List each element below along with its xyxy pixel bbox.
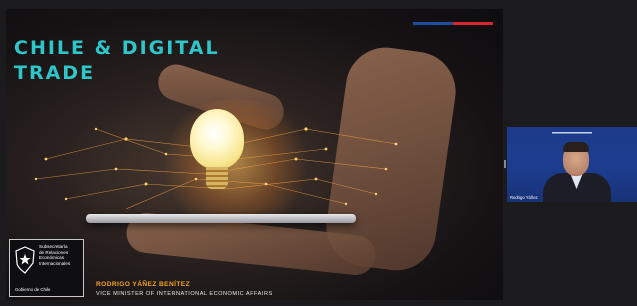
- tablet-image: [86, 214, 356, 223]
- video-background-banner: [507, 132, 637, 136]
- slide-title-line-1: CHILE & DIGITAL: [14, 37, 220, 59]
- slide-title-line-2: TRADE: [14, 62, 96, 84]
- government-logo: Subsecretaría de Relaciones Económicas I…: [9, 239, 84, 297]
- speaker-name: RODRIGO YÁÑEZ BENÍTEZ: [96, 281, 191, 288]
- participant-video-tile[interactable]: Rodrigo Yáñez: [507, 127, 637, 202]
- participant-hair: [563, 142, 589, 152]
- meeting-window: CHILE & DIGITAL TRADE Subsecretaría de R…: [0, 0, 637, 306]
- video-banner-graphic: [552, 132, 592, 134]
- shared-slide: CHILE & DIGITAL TRADE Subsecretaría de R…: [6, 9, 503, 300]
- logo-org-line-4: Internacionales: [39, 260, 71, 266]
- logo-org-text: Subsecretaría de Relaciones Económicas I…: [39, 244, 83, 266]
- participant-name-label: Rodrigo Yáñez: [510, 195, 538, 200]
- speaker-role: VICE MINISTER OF INTERNATIONAL ECONOMIC …: [96, 291, 273, 297]
- logo-gov-text: Gobierno de Chile: [15, 287, 51, 292]
- lightbulb-base: [206, 167, 228, 189]
- slide-title: CHILE & DIGITAL TRADE: [14, 36, 274, 86]
- chile-coat-of-arms-icon: [15, 246, 35, 274]
- lightbulb-icon: [190, 109, 244, 169]
- panel-resize-handle[interactable]: [504, 160, 506, 168]
